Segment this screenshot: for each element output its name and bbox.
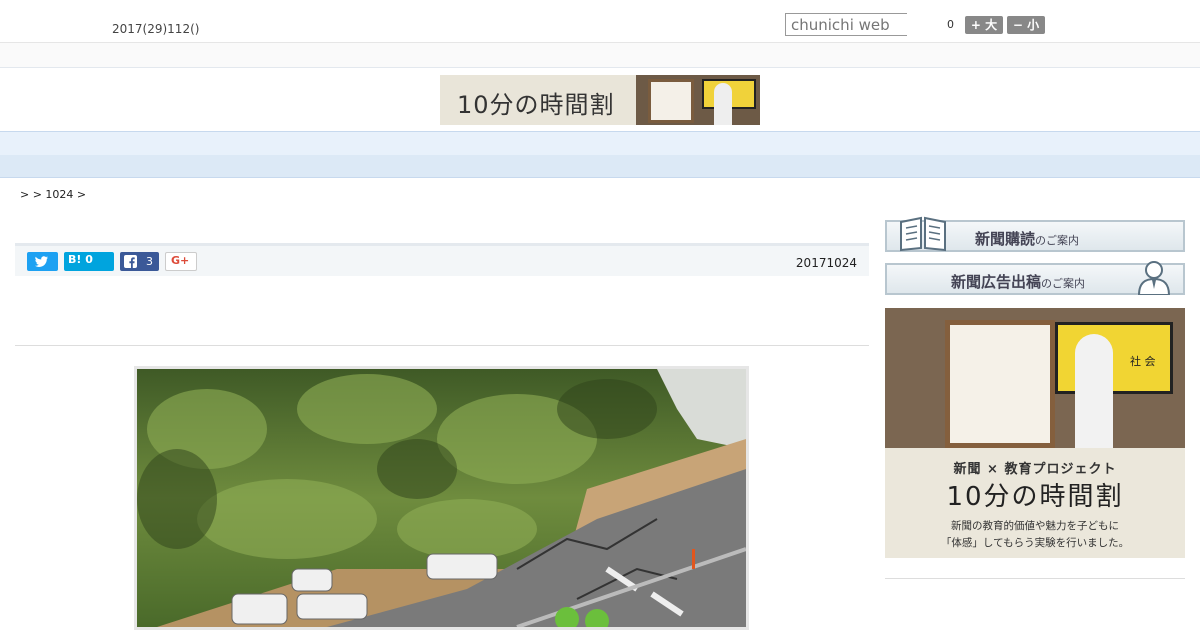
hatena-bookmark-button[interactable]: B! 0 — [64, 252, 114, 271]
landslide-photo-image — [137, 369, 746, 627]
breadcrumb[interactable]: > > 1024 > — [20, 188, 86, 201]
person-image — [714, 83, 732, 125]
share-bar: B! 0 3 G+ 20171024 — [15, 243, 869, 276]
google-plus-icon: G+ — [171, 254, 190, 267]
facebook-icon — [124, 255, 137, 268]
ad-body-line1: 新聞の教育的価値や魅力を子どもに — [951, 520, 1119, 532]
font-bigger-button[interactable]: + 大 — [965, 16, 1003, 34]
subscribe-main: 新聞購読 — [975, 230, 1036, 248]
advertise-label: 新聞広告出稿のご案内 — [951, 271, 1085, 292]
search-input[interactable] — [785, 13, 907, 36]
subscribe-label: 新聞購読のご案内 — [975, 228, 1079, 249]
ad-body-line2: 「体感」してもらう実験を行いました。 — [940, 537, 1130, 549]
top-bar: 2017(29)112() 0 + 大 − 小 — [0, 0, 1200, 43]
main-nav — [0, 131, 1200, 155]
businessman-icon — [1137, 261, 1171, 295]
advertise-main: 新聞広告出稿 — [951, 273, 1042, 291]
newspaper-subscription-button[interactable]: 新聞購読のご案内 — [885, 216, 1185, 252]
facebook-count: 3 — [146, 255, 153, 268]
facebook-share-button[interactable]: 3 — [120, 252, 159, 271]
banner-photo — [636, 75, 760, 125]
newspaper-ad-button[interactable]: 新聞広告出稿のご案内 — [885, 261, 1185, 295]
ad-photo: 社 会 — [885, 308, 1185, 448]
open-book-icon — [900, 216, 946, 252]
header-band — [0, 43, 1200, 68]
person-image — [1075, 334, 1113, 448]
divider — [15, 345, 869, 346]
twitter-share-button[interactable] — [27, 252, 58, 271]
side-banner-ad[interactable]: 社 会 新聞 × 教育プロジェクト 10分の時間割 新聞の教育的価値や魅力を子ど… — [885, 308, 1185, 558]
article-photo — [134, 366, 749, 630]
hatena-label: B! 0 — [68, 253, 93, 266]
banner-title: 10分の時間割 — [457, 91, 615, 119]
door-image — [945, 320, 1055, 448]
subscribe-small: のご案内 — [1035, 234, 1080, 247]
ad-body: 新聞の教育的価値や魅力を子どもに 「体感」してもらう実験を行いました。 — [885, 518, 1185, 552]
door-image — [648, 79, 694, 123]
sidebar-divider — [885, 578, 1185, 579]
screen-text: 社 会 — [1130, 355, 1156, 368]
ad-subtitle: 新聞 × 教育プロジェクト — [953, 462, 1117, 477]
advertise-small: のご案内 — [1041, 277, 1086, 290]
article-date: 20171024 — [795, 256, 857, 270]
screen-image: 社 会 — [1055, 322, 1173, 394]
twitter-bird-icon — [35, 256, 48, 267]
counter: 0 — [947, 18, 954, 31]
font-smaller-button[interactable]: − 小 — [1007, 16, 1045, 34]
ad-title: 10分の時間割 — [946, 482, 1124, 512]
sub-nav — [0, 155, 1200, 178]
google-plus-button[interactable]: G+ — [165, 252, 197, 271]
top-banner-ad[interactable]: 10分の時間割 — [440, 75, 760, 125]
current-date: 2017(29)112() — [112, 22, 200, 36]
